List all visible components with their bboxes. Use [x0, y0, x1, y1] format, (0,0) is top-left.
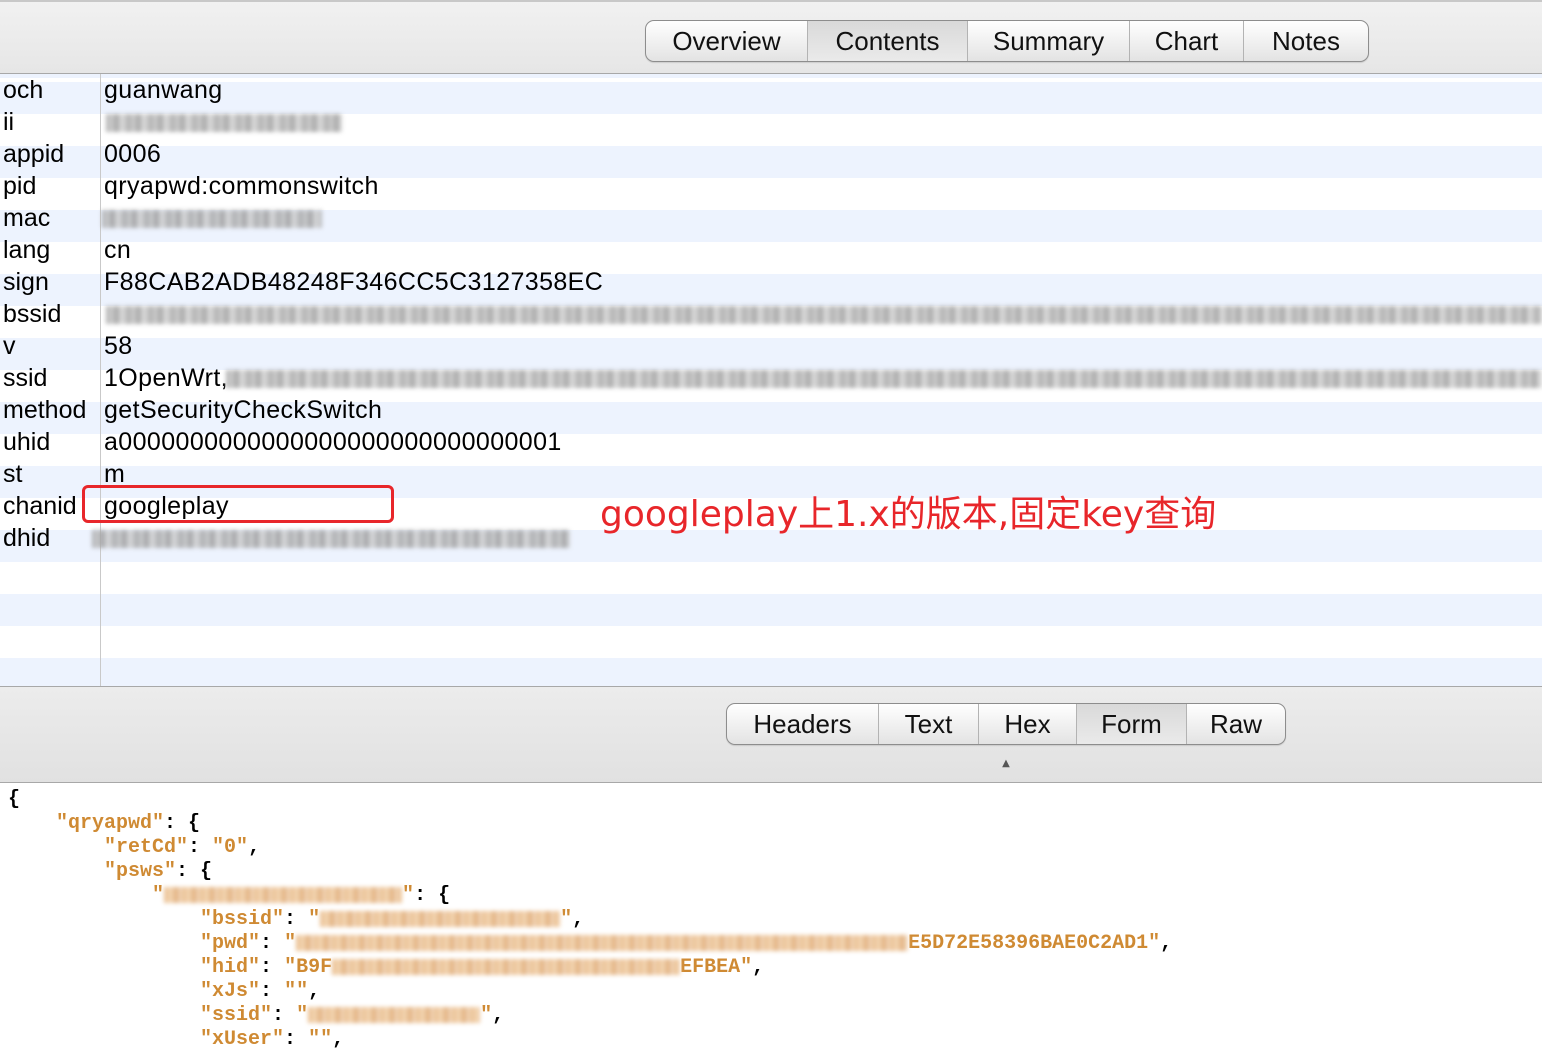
table-row[interactable]: ssid 1OpenWrt, — [0, 362, 1542, 394]
json-line: "xJs": "", — [200, 980, 321, 1003]
redacted-value — [106, 114, 342, 132]
json-line: "pwd": " E5D72E58396BAE0C2AD1", — [200, 932, 1173, 955]
tab-headers[interactable]: Headers — [727, 704, 879, 744]
row-key: bssid — [3, 300, 62, 328]
table-row[interactable]: appid 0006 — [0, 138, 1542, 170]
top-toolbar: Overview Contents Summary Chart Notes — [0, 0, 1542, 74]
table-row[interactable]: pid qryapwd:commonswitch — [0, 170, 1542, 202]
tab-raw[interactable]: Raw — [1187, 704, 1285, 744]
row-key: appid — [3, 140, 65, 168]
json-line: "bssid": " ", — [200, 908, 585, 931]
redacted-value — [226, 370, 1542, 388]
redacted-value — [92, 530, 570, 548]
table-row[interactable]: bssid — [0, 298, 1542, 330]
row-key: method — [3, 396, 87, 424]
tab-notes[interactable]: Notes — [1244, 21, 1368, 61]
json-line: "retCd": "0", — [104, 836, 261, 859]
response-view-tabs: Headers Text Hex Form Raw — [726, 703, 1286, 745]
table-row[interactable]: v 58 — [0, 330, 1542, 362]
row-key: uhid — [3, 428, 51, 456]
annotation-text: googleplay上1.x的版本,固定key查询 — [600, 494, 1217, 535]
row-key: chanid — [3, 492, 77, 520]
json-line: "xUser": "", — [200, 1028, 345, 1051]
row-value: 1OpenWrt, — [104, 364, 229, 392]
row-value: 58 — [104, 332, 133, 360]
tab-summary[interactable]: Summary — [968, 21, 1130, 61]
row-key: pid — [3, 172, 37, 200]
table-row[interactable]: sign F88CAB2ADB48248F346CC5C3127358EC — [0, 266, 1542, 298]
row-key: ssid — [3, 364, 48, 392]
redacted-value — [320, 910, 561, 927]
row-key: sign — [3, 268, 49, 296]
row-key: lang — [3, 236, 51, 264]
tab-overview[interactable]: Overview — [646, 21, 808, 61]
table-row[interactable]: lang cn — [0, 234, 1542, 266]
redacted-value — [308, 1006, 481, 1023]
redacted-value — [332, 958, 681, 975]
table-row[interactable]: method getSecurityCheckSwitch — [0, 394, 1542, 426]
form-table: och guanwang ii appid 0006 pid qryapwd:c… — [0, 74, 1542, 686]
table-row[interactable]: mac — [0, 202, 1542, 234]
row-key: mac — [3, 204, 51, 232]
row-value: cn — [104, 236, 132, 264]
row-key: v — [3, 332, 16, 360]
row-key: st — [3, 460, 23, 488]
row-key: ii — [3, 108, 15, 136]
redacted-value — [164, 886, 403, 903]
json-line: "ssid": " ", — [200, 1004, 505, 1027]
json-view: { "qryapwd": { "retCd": "0", "psws": { "… — [0, 784, 1542, 1058]
table-row[interactable]: ii — [0, 106, 1542, 138]
redacted-value — [296, 934, 909, 951]
table-row[interactable]: och guanwang — [0, 74, 1542, 106]
json-line: { — [8, 788, 21, 811]
redacted-value — [106, 306, 1542, 324]
row-value: a0000000000000000000000000000001 — [104, 428, 562, 456]
row-value: 0006 — [104, 140, 162, 168]
resize-handle-icon[interactable]: ▲ — [1000, 759, 1012, 769]
bottom-toolbar: Headers Text Hex Form Raw ▲ — [0, 686, 1542, 783]
tab-contents[interactable]: Contents — [808, 21, 968, 61]
row-value: guanwang — [104, 76, 223, 104]
row-value: getSecurityCheckSwitch — [104, 396, 383, 424]
json-line: "psws": { — [104, 860, 213, 883]
redacted-value — [102, 210, 322, 228]
row-key: dhid — [3, 524, 51, 552]
row-value: qryapwd:commonswitch — [104, 172, 379, 200]
tab-hex[interactable]: Hex — [979, 704, 1077, 744]
highlight-box — [82, 485, 394, 523]
json-line: "hid": "B9F EFBEA", — [200, 956, 765, 979]
tab-chart[interactable]: Chart — [1130, 21, 1244, 61]
tab-text[interactable]: Text — [879, 704, 979, 744]
tab-form[interactable]: Form — [1077, 704, 1187, 744]
json-line: "qryapwd": { — [56, 812, 201, 835]
row-key: och — [3, 76, 44, 104]
row-value: F88CAB2ADB48248F346CC5C3127358EC — [104, 268, 604, 296]
table-row[interactable]: uhid a0000000000000000000000000000001 — [0, 426, 1542, 458]
json-line: " ": { — [152, 884, 451, 907]
top-view-tabs: Overview Contents Summary Chart Notes — [645, 20, 1369, 62]
